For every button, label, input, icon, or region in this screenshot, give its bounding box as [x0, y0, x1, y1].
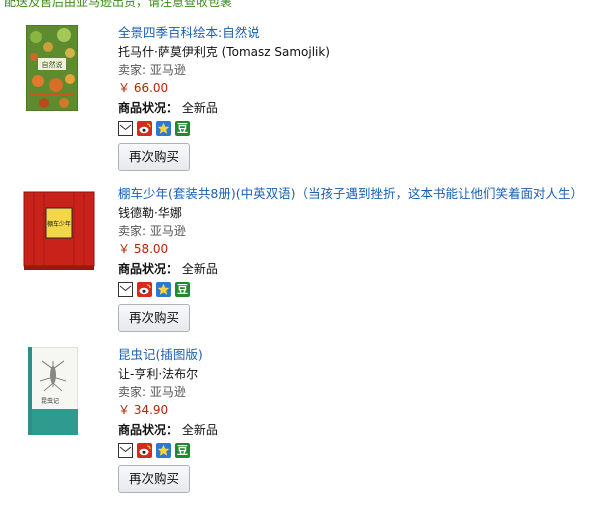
seller-text: 卖家: 亚马逊: [118, 224, 186, 238]
cover-text: 自然说: [42, 60, 63, 69]
share-icons: 豆: [118, 282, 594, 298]
order-item: 自然说 全景四季百科绘本:自然说 托马什·萨莫伊利克 (Tomasz Samoj…: [0, 24, 600, 185]
top-banner: 配送及售后由亚马逊出货，请注意查收包裹: [0, 0, 600, 8]
buy-again-button[interactable]: 再次购买: [118, 465, 191, 493]
seller-text: 卖家: 亚马逊: [118, 385, 186, 399]
price-text: ￥ 58.00: [118, 242, 169, 256]
buy-again-button[interactable]: 再次购买: [118, 304, 191, 332]
condition-value: 全新品: [181, 423, 218, 437]
condition-row: 商品状况： 全新品: [118, 423, 594, 438]
cover-text: 昆虫记: [41, 397, 59, 405]
weibo-icon[interactable]: [137, 443, 152, 458]
book-author: 托马什·萨莫伊利克 (Tomasz Samojlik): [118, 45, 330, 59]
qzone-icon[interactable]: [156, 121, 171, 136]
price-text: ￥ 34.90: [118, 403, 169, 417]
condition-label: 商品状况：: [118, 423, 179, 437]
book-cover[interactable]: 自然说: [25, 24, 79, 114]
qzone-icon[interactable]: [156, 282, 171, 297]
share-icons: 豆: [118, 443, 594, 459]
douban-icon[interactable]: 豆: [175, 282, 190, 297]
mail-icon[interactable]: [118, 282, 133, 297]
condition-row: 商品状况： 全新品: [118, 262, 594, 277]
condition-row: 商品状况： 全新品: [118, 101, 594, 116]
share-icons: 豆: [118, 121, 594, 137]
weibo-icon[interactable]: [137, 121, 152, 136]
mail-icon[interactable]: [118, 121, 133, 136]
buy-again-button[interactable]: 再次购买: [118, 143, 191, 171]
condition-label: 商品状况：: [118, 262, 179, 276]
douban-icon[interactable]: 豆: [175, 121, 190, 136]
order-info: 昆虫记(插图版) 让-亨利·法布尔 卖家: 亚马逊 ￥ 34.90 商品状况： …: [118, 347, 594, 493]
condition-value: 全新品: [181, 262, 218, 276]
book-title-link[interactable]: 全景四季百科绘本:自然说: [118, 25, 594, 41]
book-author: 让-亨利·法布尔: [118, 367, 199, 381]
condition-label: 商品状况：: [118, 101, 179, 115]
qzone-icon[interactable]: [156, 443, 171, 458]
weibo-icon[interactable]: [137, 282, 152, 297]
price-text: ￥ 66.00: [118, 81, 169, 95]
order-item: 棚车少年 棚车少年(套装共8册)(中英双语)（当孩子遇到挫折，这本书能让他们笑着…: [0, 186, 600, 346]
cover-image-insects[interactable]: 昆虫记: [27, 346, 79, 436]
cover-image-boxcar[interactable]: 棚车少年: [20, 186, 98, 272]
book-cover[interactable]: 昆虫记: [27, 346, 79, 438]
mail-icon[interactable]: [118, 443, 133, 458]
condition-value: 全新品: [181, 101, 218, 115]
order-info: 棚车少年(套装共8册)(中英双语)（当孩子遇到挫折，这本书能让他们笑着面对人生）…: [118, 186, 594, 332]
cover-image-nature[interactable]: 自然说: [25, 24, 79, 112]
order-info: 全景四季百科绘本:自然说 托马什·萨莫伊利克 (Tomasz Samojlik)…: [118, 25, 594, 171]
book-title-link[interactable]: 棚车少年(套装共8册)(中英双语)（当孩子遇到挫折，这本书能让他们笑着面对人生）: [118, 186, 594, 202]
douban-icon[interactable]: 豆: [175, 443, 190, 458]
book-title-link[interactable]: 昆虫记(插图版): [118, 347, 594, 363]
book-author: 钱德勒·华娜: [118, 206, 182, 220]
cover-text: 棚车少年: [47, 220, 71, 228]
seller-text: 卖家: 亚马逊: [118, 63, 186, 77]
banner-text: 配送及售后由亚马逊出货，请注意查收包裹: [4, 0, 233, 8]
order-item: 昆虫记 昆虫记(插图版) 让-亨利·法布尔 卖家: 亚马逊 ￥ 34.90 商品…: [0, 346, 600, 507]
book-cover[interactable]: 棚车少年: [20, 186, 98, 275]
